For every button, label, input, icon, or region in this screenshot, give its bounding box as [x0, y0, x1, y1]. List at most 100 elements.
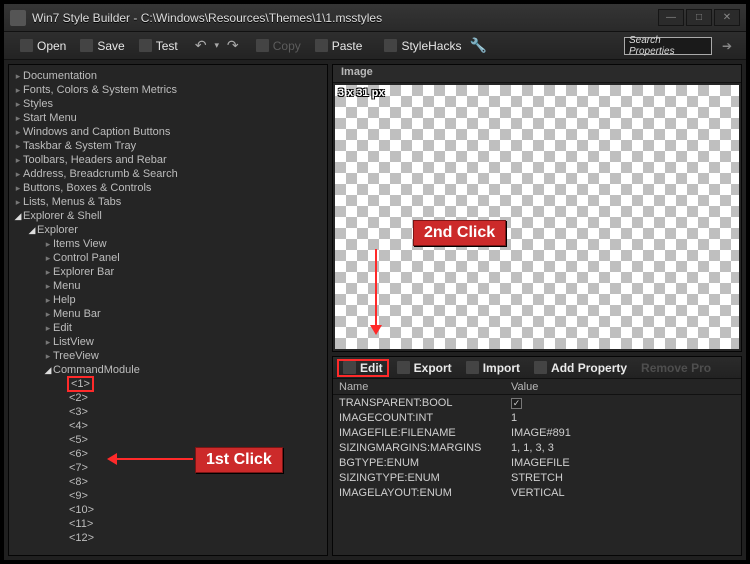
tree-item[interactable]: ▸Windows and Caption Buttons: [9, 125, 327, 139]
tree-item[interactable]: ▸ListView: [9, 335, 327, 349]
open-icon: [20, 39, 33, 52]
property-value: ✓: [505, 397, 741, 409]
tree-item[interactable]: ▸TreeView: [9, 349, 327, 363]
tree-arrow-icon[interactable]: ▸: [43, 281, 53, 292]
import-button[interactable]: Import: [460, 360, 526, 376]
search-go-icon[interactable]: ➔: [718, 37, 736, 55]
tree-item[interactable]: <11>: [9, 517, 327, 531]
forward-button[interactable]: ↷: [226, 37, 240, 54]
test-button[interactable]: Test: [133, 36, 184, 56]
tree-item-selected[interactable]: <1>: [9, 377, 327, 391]
tree-arrow-icon[interactable]: ◢: [43, 365, 53, 376]
edit-button[interactable]: Edit: [337, 359, 389, 377]
tree-label: Buttons, Boxes & Controls: [23, 182, 151, 194]
save-button[interactable]: Save: [74, 36, 130, 56]
tree-arrow-icon[interactable]: ▸: [13, 169, 23, 180]
tree-arrow-icon[interactable]: ▸: [13, 155, 23, 166]
tree-item[interactable]: <8>: [9, 475, 327, 489]
tree-item[interactable]: ▸Menu Bar: [9, 307, 327, 321]
export-icon: [397, 361, 410, 374]
tree-item[interactable]: ▸Address, Breadcrumb & Search: [9, 167, 327, 181]
property-row[interactable]: TRANSPARENT:BOOL✓: [333, 395, 741, 410]
tree-item[interactable]: <9>: [9, 489, 327, 503]
maximize-button[interactable]: □: [686, 9, 712, 26]
col-value[interactable]: Value: [505, 381, 741, 393]
export-button[interactable]: Export: [391, 360, 458, 376]
property-row[interactable]: IMAGECOUNT:INT1: [333, 410, 741, 425]
titlebar[interactable]: Win7 Style Builder - C:\Windows\Resource…: [4, 4, 746, 32]
tree-item-explorer[interactable]: ◢Explorer: [9, 223, 327, 237]
tree-item[interactable]: <4>: [9, 419, 327, 433]
tree-label: Help: [53, 294, 76, 306]
stylehacks-button[interactable]: StyleHacks: [378, 36, 467, 56]
tree-item-explorer-shell[interactable]: ◢Explorer & Shell: [9, 209, 327, 223]
tree-arrow-icon[interactable]: ▸: [13, 113, 23, 124]
property-value: VERTICAL: [505, 487, 741, 499]
minimize-button[interactable]: —: [658, 9, 684, 26]
tree-arrow-icon[interactable]: ▸: [43, 295, 53, 306]
tree-arrow-icon[interactable]: ▸: [43, 351, 53, 362]
property-row[interactable]: SIZINGTYPE:ENUMSTRETCH: [333, 470, 741, 485]
tree-item[interactable]: <3>: [9, 405, 327, 419]
tree-item[interactable]: ▸Explorer Bar: [9, 265, 327, 279]
open-button[interactable]: Open: [14, 36, 72, 56]
tree-arrow-icon[interactable]: ▸: [13, 141, 23, 152]
tree-arrow-icon[interactable]: ▸: [43, 309, 53, 320]
tree-item[interactable]: ▸Start Menu: [9, 111, 327, 125]
remove-property-button[interactable]: Remove Pro: [635, 360, 717, 376]
search-input[interactable]: Search Properties: [624, 37, 712, 55]
tree-item-commandmodule[interactable]: ◢CommandModule: [9, 363, 327, 377]
tree-item[interactable]: ▸Documentation: [9, 69, 327, 83]
tree-arrow-icon[interactable]: ▸: [43, 267, 53, 278]
tree-arrow-icon[interactable]: ▸: [43, 337, 53, 348]
tree-arrow-icon[interactable]: ◢: [13, 211, 23, 222]
add-property-button[interactable]: Add Property: [528, 360, 633, 376]
tree-arrow-icon[interactable]: ▸: [13, 197, 23, 208]
tree-arrow-icon[interactable]: ▸: [13, 99, 23, 110]
tree-item[interactable]: ▸Fonts, Colors & System Metrics: [9, 83, 327, 97]
paste-button[interactable]: Paste: [309, 36, 369, 56]
copy-button[interactable]: Copy: [250, 36, 307, 56]
tree-label: CommandModule: [53, 364, 140, 376]
tree-arrow-icon[interactable]: ▸: [43, 323, 53, 334]
tree-item[interactable]: ▸Control Panel: [9, 251, 327, 265]
tree-arrow-icon[interactable]: ◢: [27, 225, 37, 236]
annotation-arrowhead-1: [107, 453, 117, 465]
property-value: 1, 1, 3, 3: [505, 442, 741, 454]
paste-icon: [315, 39, 328, 52]
tree-arrow-icon[interactable]: ▸: [13, 127, 23, 138]
properties-header: Name Value: [333, 379, 741, 395]
tree-arrow-icon[interactable]: ▸: [43, 239, 53, 250]
image-preview-canvas[interactable]: 3 x 31 px: [335, 85, 739, 349]
col-name[interactable]: Name: [333, 381, 505, 393]
tree-arrow-icon[interactable]: ▸: [13, 183, 23, 194]
tree-item[interactable]: ▸Toolbars, Headers and Rebar: [9, 153, 327, 167]
back-button[interactable]: ↶: [194, 37, 208, 54]
checkbox-icon[interactable]: ✓: [511, 398, 522, 409]
tree-item[interactable]: ▸Help: [9, 293, 327, 307]
property-row[interactable]: IMAGELAYOUT:ENUMVERTICAL: [333, 485, 741, 500]
property-row[interactable]: SIZINGMARGINS:MARGINS1, 1, 3, 3: [333, 440, 741, 455]
tree-item[interactable]: <12>: [9, 531, 327, 545]
close-button[interactable]: ✕: [714, 9, 740, 26]
annotation-first-click: 1st Click: [195, 447, 283, 473]
tree-item[interactable]: ▸Lists, Menus & Tabs: [9, 195, 327, 209]
property-row[interactable]: BGTYPE:ENUMIMAGEFILE: [333, 455, 741, 470]
tree-item[interactable]: ▸Buttons, Boxes & Controls: [9, 181, 327, 195]
dropdown-history[interactable]: ▾: [210, 40, 224, 51]
tree-item[interactable]: ▸Menu: [9, 279, 327, 293]
tree-item[interactable]: <10>: [9, 503, 327, 517]
tree-item[interactable]: <5>: [9, 433, 327, 447]
tree-arrow-icon[interactable]: ▸: [13, 71, 23, 82]
tree-arrow-icon[interactable]: ▸: [43, 253, 53, 264]
copy-icon: [256, 39, 269, 52]
tree-item[interactable]: ▸Styles: [9, 97, 327, 111]
tree-item[interactable]: ▸Taskbar & System Tray: [9, 139, 327, 153]
property-row[interactable]: IMAGEFILE:FILENAMEIMAGE#891: [333, 425, 741, 440]
tree-item[interactable]: <2>: [9, 391, 327, 405]
tree-item[interactable]: ▸Items View: [9, 237, 327, 251]
property-value: STRETCH: [505, 472, 741, 484]
tree-item[interactable]: ▸Edit: [9, 321, 327, 335]
wrench-icon[interactable]: 🔧: [469, 37, 483, 54]
tree-arrow-icon[interactable]: ▸: [13, 85, 23, 96]
